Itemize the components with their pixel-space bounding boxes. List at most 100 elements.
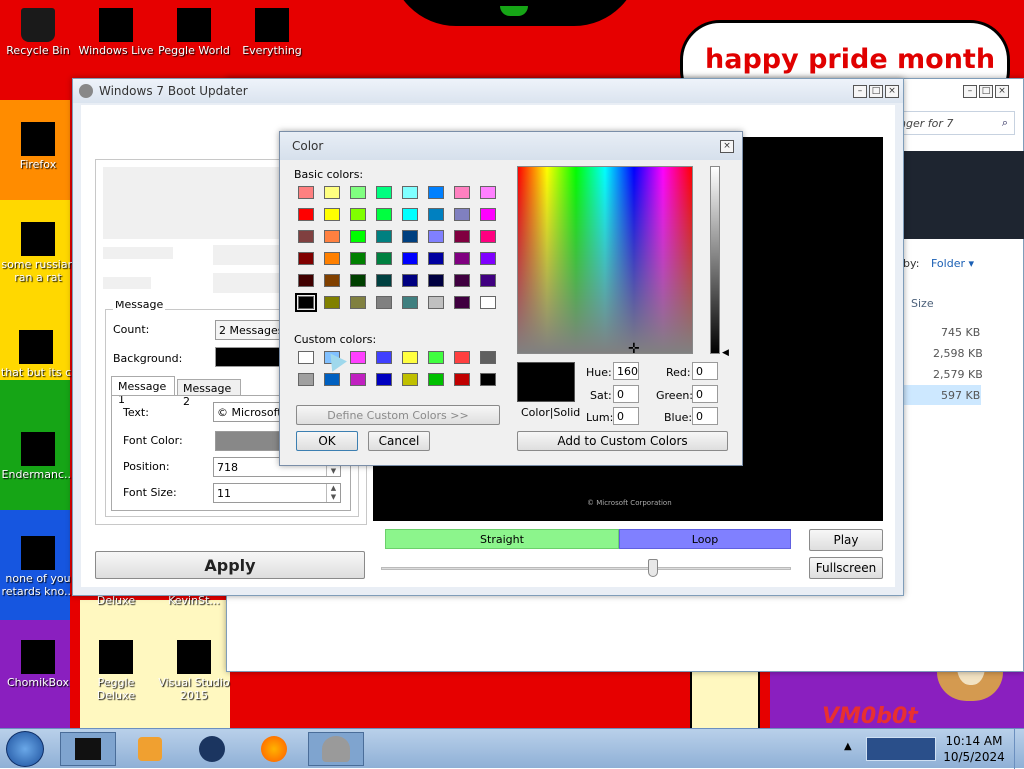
lum-input[interactable]: 0 [613,407,639,425]
desktop-icon-everything[interactable]: Everything [234,8,310,57]
color-swatch[interactable] [298,186,314,199]
color-swatch[interactable] [376,274,392,287]
fullscreen-button[interactable]: Fullscreen [809,557,883,579]
green-input[interactable]: 0 [692,385,718,403]
color-swatch[interactable] [350,186,366,199]
add-to-custom-colors-button[interactable]: Add to Custom Colors [517,431,728,451]
color-swatch[interactable] [324,230,340,243]
color-swatch[interactable] [428,274,444,287]
desktop-icon-visual-studio[interactable]: Visual Studio 2015 [156,640,232,702]
play-button[interactable]: Play [809,529,883,551]
explorer-search-field[interactable]: nger for 7 ⌕ [895,111,1015,135]
close-icon[interactable]: × [885,84,899,98]
animation-slider-track[interactable] [381,567,791,570]
red-input[interactable]: 0 [692,362,718,380]
color-swatch[interactable] [350,296,366,309]
color-swatch[interactable] [428,351,444,364]
tab-message-1[interactable]: Message 1 [111,376,175,406]
hue-input[interactable]: 160 [613,362,639,380]
color-swatch[interactable] [402,186,418,199]
taskbar-item-app[interactable] [60,732,116,766]
show-desktop-button[interactable] [1014,729,1024,769]
color-swatch[interactable] [454,351,470,364]
taskbar-item-media[interactable] [122,732,178,766]
color-swatch[interactable] [376,296,392,309]
color-swatch[interactable] [350,373,366,386]
color-swatch[interactable] [324,186,340,199]
color-swatch[interactable] [480,296,496,309]
blue-input[interactable]: 0 [692,407,718,425]
color-swatch[interactable] [295,293,317,312]
ok-button[interactable]: OK [296,431,358,451]
color-swatch[interactable] [298,208,314,221]
desktop-icon-none-of-you[interactable]: none of you retards kno... [0,536,76,598]
color-swatch[interactable] [324,274,340,287]
count-select[interactable]: 2 Messages [215,320,285,340]
color-swatch[interactable] [402,274,418,287]
color-swatch[interactable] [428,296,444,309]
color-swatch[interactable] [376,230,392,243]
color-swatch[interactable] [350,252,366,265]
color-swatch[interactable] [454,373,470,386]
taskbar-item-firefox[interactable] [246,732,302,766]
minimize-icon[interactable]: – [963,85,977,98]
close-icon[interactable]: × [995,85,1009,98]
color-swatch[interactable] [402,296,418,309]
straight-segment[interactable]: Straight [385,529,619,549]
color-dialog[interactable]: Color × Basic colors: Custom colors: Def… [279,131,743,466]
color-swatch[interactable] [350,351,366,364]
color-swatch[interactable] [480,274,496,287]
color-swatch[interactable] [402,252,418,265]
animation-slider-thumb[interactable] [648,559,658,577]
desktop-icon-recycle-bin[interactable]: Recycle Bin [0,8,76,57]
color-swatch[interactable] [376,373,392,386]
color-swatch[interactable] [402,230,418,243]
color-swatch[interactable] [402,208,418,221]
color-swatch[interactable] [480,208,496,221]
desktop-icon-windows-live[interactable]: Windows Live [78,8,154,57]
clock[interactable]: 10:14 AM 10/5/2024 [938,733,1010,765]
desktop-icon-russian-rat[interactable]: some russian ran a rat [0,222,76,284]
luminance-bar[interactable] [710,166,720,354]
color-swatch[interactable] [376,186,392,199]
color-swatch[interactable] [376,351,392,364]
color-swatch[interactable] [480,252,496,265]
show-hidden-icons-button[interactable]: ▲ [844,741,852,752]
color-swatch[interactable] [350,274,366,287]
color-swatch[interactable] [324,208,340,221]
color-swatch[interactable] [298,274,314,287]
color-swatch[interactable] [350,230,366,243]
sat-input[interactable]: 0 [613,385,639,403]
color-swatch[interactable] [428,186,444,199]
start-button[interactable] [6,731,44,767]
cancel-button[interactable]: Cancel [368,431,430,451]
color-dialog-titlebar[interactable]: Color × [280,132,742,160]
view-by-dropdown[interactable]: Folder ▾ [931,257,974,270]
desktop-icon-chomikbox[interactable]: ChomikBox [0,640,76,689]
font-size-input[interactable]: 11 ▲ ▼ [213,483,341,503]
color-swatch[interactable] [350,208,366,221]
luminance-arrow-icon[interactable]: ◀ [722,348,729,358]
desktop-icon-peggle-deluxe[interactable]: Peggle Deluxe [78,640,154,702]
color-swatch[interactable] [428,373,444,386]
maximize-icon[interactable]: □ [979,85,993,98]
color-swatch[interactable] [454,208,470,221]
text-input[interactable]: © Microsoft C [213,402,285,422]
boot-updater-titlebar[interactable]: Windows 7 Boot Updater – □ × [73,79,903,103]
font-color-button[interactable] [215,431,285,451]
color-swatch[interactable] [324,296,340,309]
color-swatch[interactable] [298,351,314,364]
color-swatch[interactable] [298,373,314,386]
color-swatch[interactable] [428,230,444,243]
color-swatch[interactable] [298,230,314,243]
desktop-icon-firefox[interactable]: Firefox [0,122,76,171]
color-swatch[interactable] [428,252,444,265]
background-color-button[interactable] [215,347,285,367]
color-swatch[interactable] [480,373,496,386]
color-swatch[interactable] [480,230,496,243]
desktop-icon-endermanch[interactable]: Endermanc... [0,432,76,481]
network-icon[interactable] [866,737,936,761]
tab-message-2[interactable]: Message 2 [177,379,241,408]
color-swatch[interactable] [376,208,392,221]
desktop-icon-that-but[interactable]: that but its c [0,330,72,379]
